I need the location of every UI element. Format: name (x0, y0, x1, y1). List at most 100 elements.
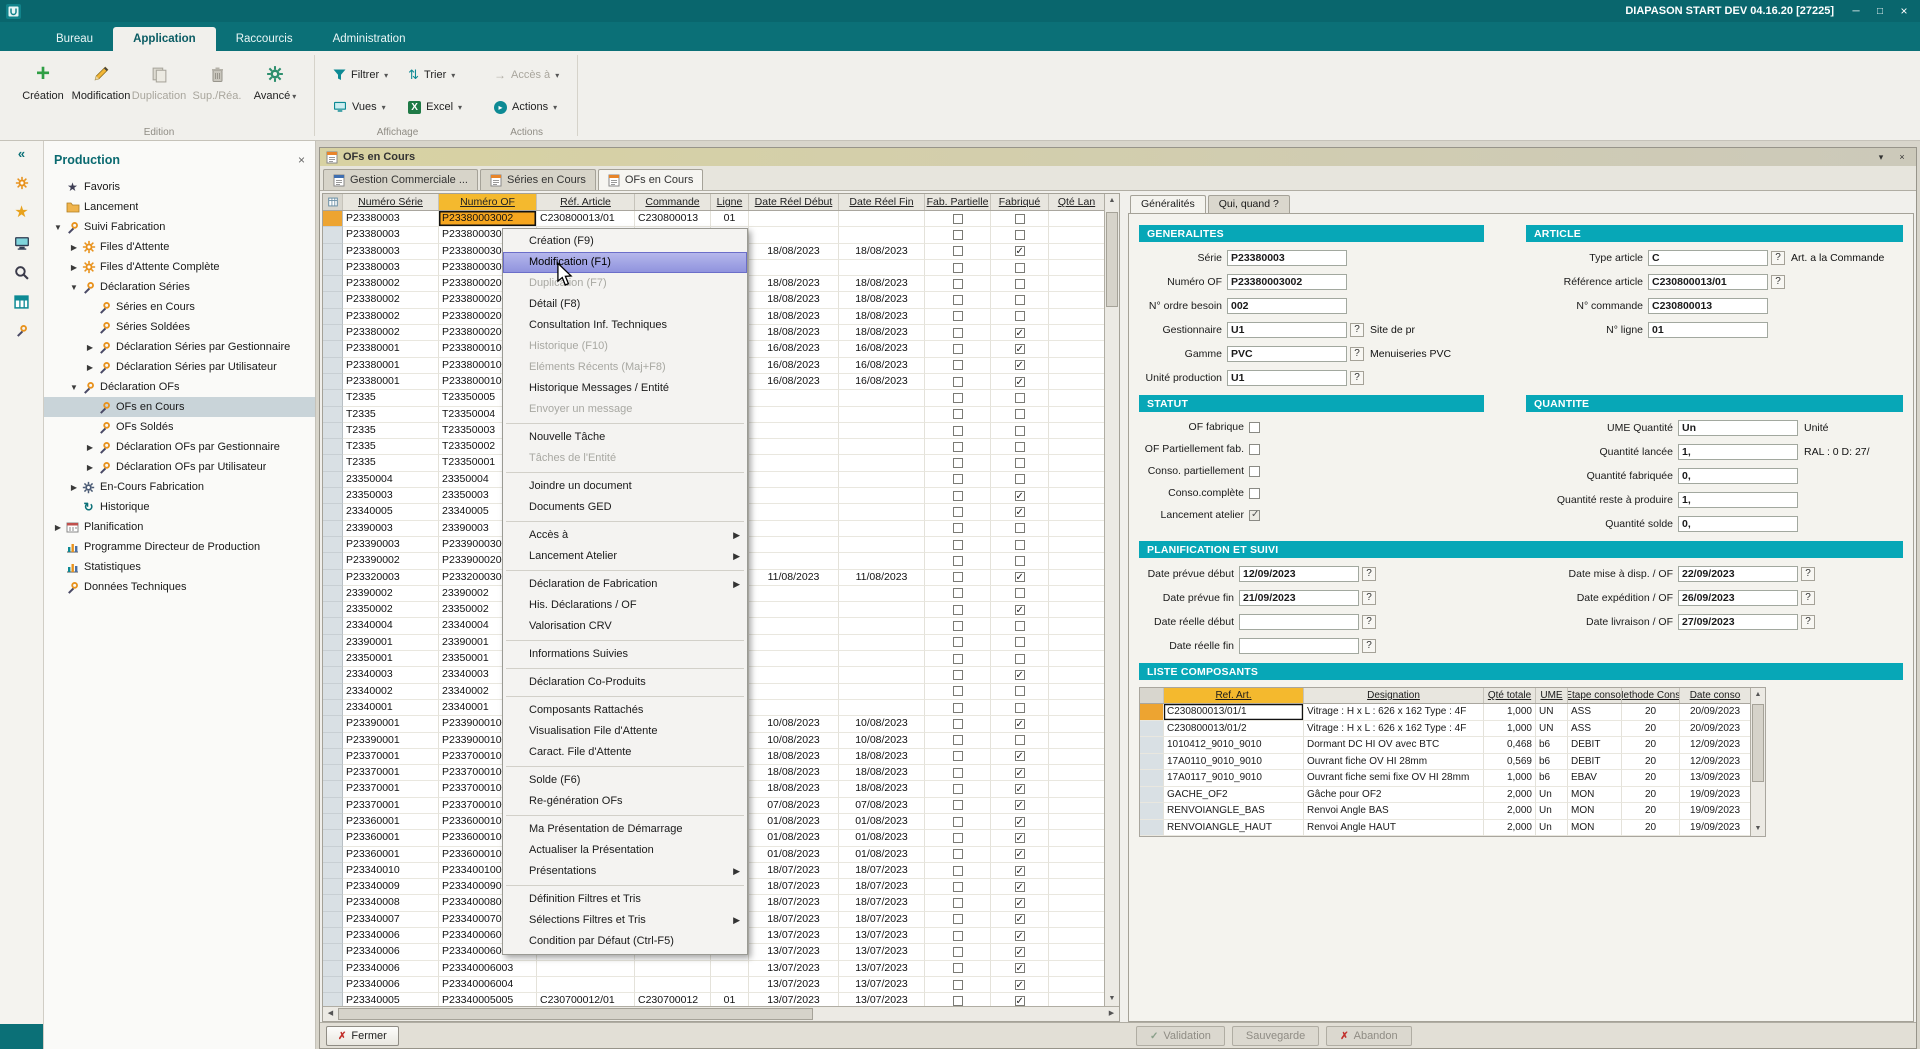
vertical-scrollbar[interactable]: ▲ ▼ (1750, 688, 1765, 836)
menu-item-visualisation-file-d-attente[interactable]: Visualisation File d'Attente (503, 721, 747, 742)
column-header-qte-totale[interactable]: Qté totale (1484, 688, 1536, 703)
avance-button[interactable]: Avancé▾ (246, 57, 304, 102)
column-header-designation[interactable]: Designation (1304, 688, 1484, 703)
minimize-icon[interactable]: ▾ (1873, 152, 1889, 163)
select-all-corner[interactable] (1140, 688, 1164, 703)
field-input-n-ligne[interactable]: 01 (1648, 322, 1768, 338)
table-row[interactable]: C230800013/01/2Vitrage : H x L : 626 x 1… (1140, 721, 1750, 738)
sidebar-item-files-d-attente-complete[interactable]: ▶Files d'Attente Complète (44, 257, 315, 277)
column-header-numero-serie[interactable]: Numéro Série (343, 194, 439, 210)
help-button[interactable]: ? (1771, 275, 1785, 289)
sidebar-item-historique[interactable]: ↻Historique (44, 497, 315, 517)
menu-item-declaration-co-produits[interactable]: Déclaration Co-Produits (503, 672, 747, 693)
menu-item-nouvelle-tache[interactable]: Nouvelle Tâche (503, 427, 747, 448)
menu-item-his-declarations-of[interactable]: His. Déclarations / OF (503, 595, 747, 616)
menu-item-joindre-un-document[interactable]: Joindre un document (503, 476, 747, 497)
column-header-ume[interactable]: UME (1536, 688, 1568, 703)
menu-item-valorisation-crv[interactable]: Valorisation CRV (503, 616, 747, 637)
star-icon[interactable]: ★ (14, 205, 28, 221)
menu-tab-bureau[interactable]: Bureau (36, 27, 113, 51)
scrollbar-thumb[interactable] (1106, 212, 1118, 307)
sidebar-item-donnees-techniques[interactable]: Données Techniques (44, 577, 315, 597)
search-icon[interactable] (14, 265, 29, 280)
scroll-left-icon[interactable]: ◀ (323, 1007, 338, 1021)
column-header-qte-lan[interactable]: Qté Lan (1049, 194, 1104, 210)
date-input-date-reelle-debut[interactable] (1239, 614, 1359, 630)
tab-qui-quand[interactable]: Qui, quand ? (1208, 195, 1290, 213)
sidebar-item-en-cours-fabrication[interactable]: ▶En-Cours Fabrication (44, 477, 315, 497)
column-header-commande[interactable]: Commande (635, 194, 711, 210)
expand-arrow-icon[interactable]: ▼ (68, 283, 80, 292)
minimize-icon[interactable]: ─ (1844, 2, 1868, 20)
excel-button[interactable]: X Excel ▾ (400, 95, 470, 119)
menu-item-declaration-de-fabrication[interactable]: Déclaration de Fabrication▶ (503, 574, 747, 595)
tab-generalites[interactable]: Généralités (1130, 195, 1206, 213)
checkbox-conso-partiellement[interactable] (1249, 466, 1260, 477)
field-input-quantite-fabriquee[interactable]: 0, (1678, 468, 1798, 484)
field-input-numero-of[interactable]: P23380003002 (1227, 274, 1347, 290)
menu-item-re-generation-ofs[interactable]: Re-génération OFs (503, 791, 747, 812)
sidebar-item-series-en-cours[interactable]: Séries en Cours (44, 297, 315, 317)
sidebar-item-programme-directeur-de-production[interactable]: Programme Directeur de Production (44, 537, 315, 557)
field-input-type-article[interactable]: C (1648, 250, 1768, 266)
menu-item-modification-f1[interactable]: Modification (F1) (503, 252, 747, 273)
expand-arrow-icon[interactable]: ▶ (52, 523, 64, 532)
field-input-quantite-solde[interactable]: 0, (1678, 516, 1798, 532)
scrollbar-thumb[interactable] (338, 1008, 813, 1020)
menu-item-presentations[interactable]: Présentations▶ (503, 861, 747, 882)
date-input-date-expedition-of[interactable]: 26/09/2023 (1678, 590, 1798, 606)
expand-arrow-icon[interactable]: ▼ (52, 223, 64, 232)
expand-arrow-icon[interactable]: ▶ (84, 363, 96, 372)
table-row[interactable]: 17A0110_9010_9010Ouvrant fiche OV HI 28m… (1140, 754, 1750, 771)
table-row[interactable]: P23340006P2334000600413/07/202313/07/202… (323, 977, 1104, 993)
menu-item-historique-messages-entite[interactable]: Historique Messages / Entité (503, 378, 747, 399)
menu-item-caract-file-d-attente[interactable]: Caract. File d'Attente (503, 742, 747, 763)
date-input-date-prevue-debut[interactable]: 12/09/2023 (1239, 566, 1359, 582)
sidebar-item-planification[interactable]: ▶Planification (44, 517, 315, 537)
sidebar-item-ofs-soldes[interactable]: OFs Soldés (44, 417, 315, 437)
sidebar-item-ofs-en-cours[interactable]: OFs en Cours (44, 397, 315, 417)
vues-button[interactable]: Vues ▾ (325, 95, 396, 119)
menu-item-lancement-atelier[interactable]: Lancement Atelier▶ (503, 546, 747, 567)
table-row[interactable]: 17A0117_9010_9010Ouvrant fiche semi fixe… (1140, 770, 1750, 787)
expand-arrow-icon[interactable]: ▶ (68, 483, 80, 492)
menu-item-selections-filtres-et-tris[interactable]: Sélections Filtres et Tris▶ (503, 910, 747, 931)
help-button[interactable]: ? (1771, 251, 1785, 265)
column-header-etape-conso[interactable]: Etape conso. (1568, 688, 1622, 703)
menu-item-creation-f9[interactable]: Création (F9) (503, 231, 747, 252)
monitor-icon[interactable] (14, 236, 30, 250)
sidebar-item-suivi-fabrication[interactable]: ▼Suivi Fabrication (44, 217, 315, 237)
sidebar-item-declaration-series-par-utilisateur[interactable]: ▶Déclaration Séries par Utilisateur (44, 357, 315, 377)
help-button[interactable]: ? (1362, 639, 1376, 653)
column-header-numero-of[interactable]: Numéro OF (439, 194, 537, 210)
help-button[interactable]: ? (1362, 591, 1376, 605)
expand-arrow-icon[interactable]: ▶ (68, 243, 80, 252)
menu-item-composants-rattaches[interactable]: Composants Rattachés (503, 700, 747, 721)
sidebar-item-lancement[interactable]: Lancement (44, 197, 315, 217)
actions-button[interactable]: ▸ Actions ▾ (486, 95, 567, 119)
date-input-date-mise-a-disp-of[interactable]: 22/09/2023 (1678, 566, 1798, 582)
select-all-corner[interactable] (323, 194, 343, 210)
help-button[interactable]: ? (1801, 567, 1815, 581)
help-button[interactable]: ? (1350, 347, 1364, 361)
column-header-fab-partielle[interactable]: Fab. Partielle (925, 194, 991, 210)
sidebar-item-statistiques[interactable]: Statistiques (44, 557, 315, 577)
field-input-n-commande[interactable]: C230800013 (1648, 298, 1768, 314)
checkbox-of-partiellement-fab[interactable] (1249, 444, 1260, 455)
close-icon[interactable]: × (1892, 2, 1916, 20)
checkbox-lancement-atelier[interactable] (1249, 510, 1260, 521)
table-icon[interactable] (14, 295, 29, 309)
table-row[interactable]: P23340006P2334000600313/07/202313/07/202… (323, 961, 1104, 977)
sidebar-item-favoris[interactable]: ★Favoris (44, 177, 315, 197)
sidebar-item-files-d-attente[interactable]: ▶Files d'Attente (44, 237, 315, 257)
table-row[interactable]: RENVOIANGLE_HAUTRenvoi Angle HAUT2,000Un… (1140, 820, 1750, 837)
menu-item-documents-ged[interactable]: Documents GED (503, 497, 747, 518)
field-input-ume-quantite[interactable]: Un (1678, 420, 1798, 436)
date-input-date-livraison-of[interactable]: 27/09/2023 (1678, 614, 1798, 630)
scroll-up-icon[interactable]: ▲ (1751, 688, 1765, 702)
filtrer-button[interactable]: Filtrer ▾ (325, 63, 396, 87)
table-row[interactable]: P23340005P23340005005C230700012/01C23070… (323, 993, 1104, 1006)
menu-tab-raccourcis[interactable]: Raccourcis (216, 27, 313, 51)
trier-button[interactable]: ⇅ Trier ▾ (400, 63, 470, 87)
close-icon[interactable]: × (298, 153, 305, 167)
